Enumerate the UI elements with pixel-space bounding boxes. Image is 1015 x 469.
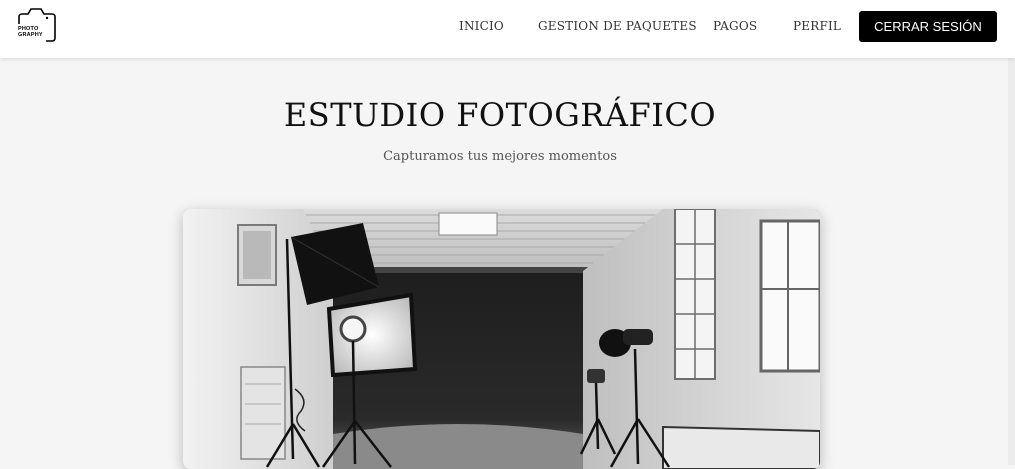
nav-link-inicio[interactable]: INICIO [459,19,504,33]
studio-photo-illustration [183,209,820,469]
studio-photo [183,209,820,469]
logo[interactable]: PHOTO GRAPHY [16,4,58,44]
logo-line-2: GRAPHY [18,32,43,38]
nav-link-perfil[interactable]: PERFIL [793,19,841,33]
nav-link-gestion-paquetes[interactable]: GESTION DE PAQUETES [538,19,697,33]
camera-icon [18,8,56,42]
nav-link-pagos[interactable]: PAGOS [713,19,757,33]
page-subtitle: Capturamos tus mejores momentos [383,149,617,164]
logout-button[interactable]: CERRAR SESIÓN [859,11,997,42]
navbar: PHOTO GRAPHY INICIO GESTION DE PAQUETES … [0,0,1015,58]
scrollbar[interactable] [1008,58,1015,465]
page-title: ESTUDIO FOTOGRÁFICO [283,96,717,134]
